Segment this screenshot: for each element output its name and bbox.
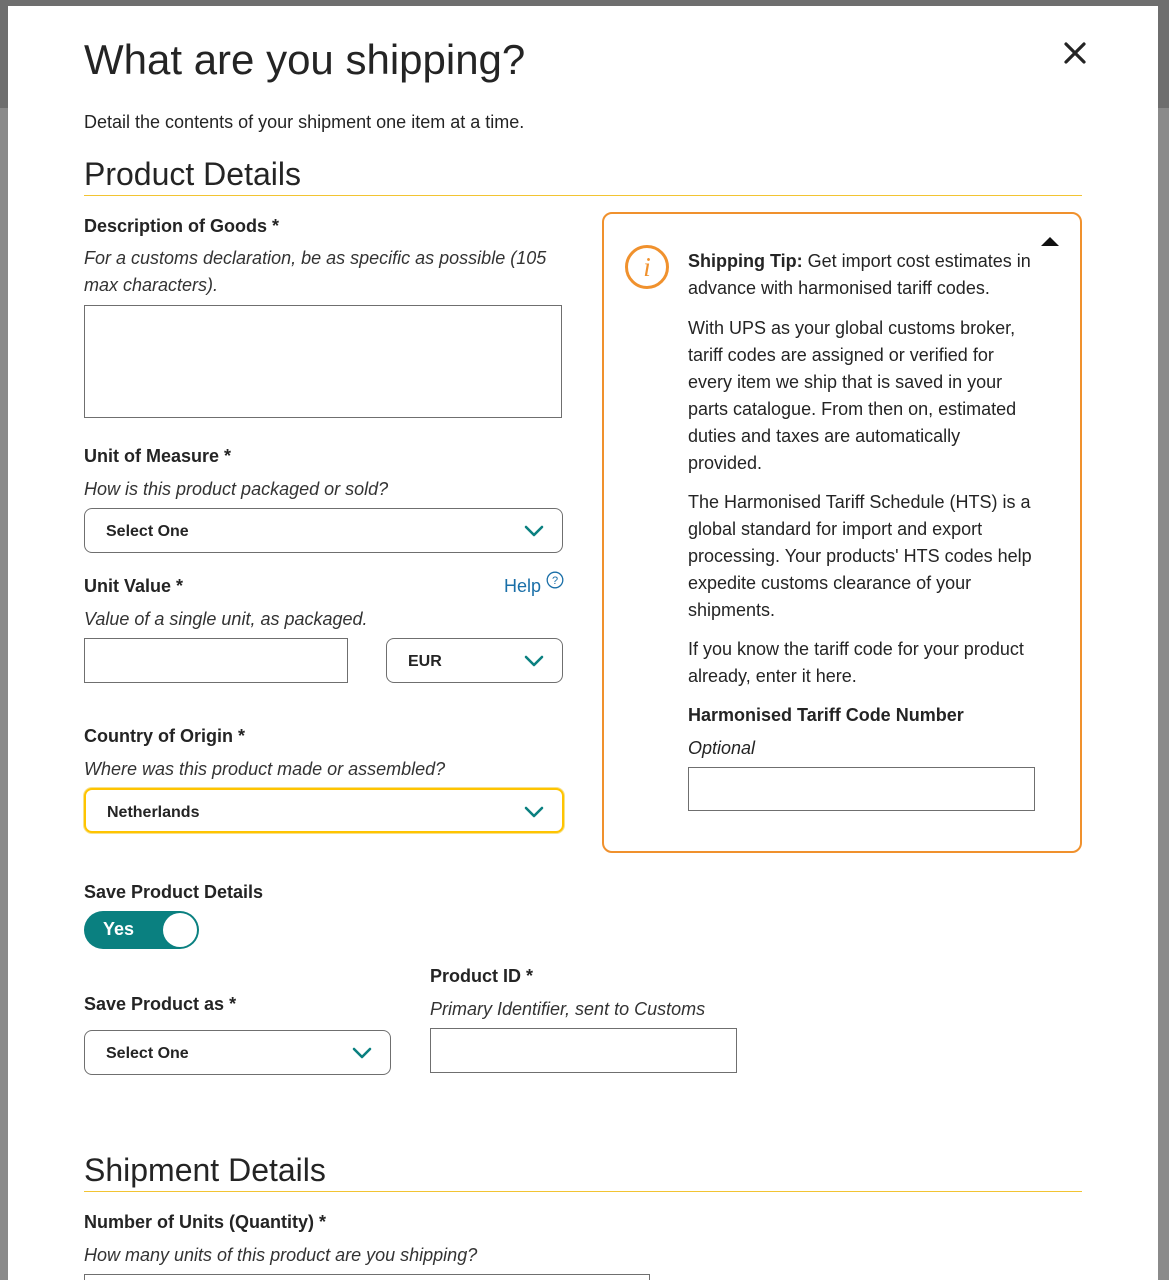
quantity-label: Number of Units (Quantity) * xyxy=(84,1212,326,1232)
shipping-tip-paragraph-1: With UPS as your global customs broker, … xyxy=(688,318,1017,473)
section-divider xyxy=(84,1191,1082,1192)
save-product-as-label: Save Product as * xyxy=(84,994,237,1014)
toggle-knob xyxy=(163,913,197,947)
quantity-input[interactable] xyxy=(84,1274,650,1280)
tariff-code-input[interactable] xyxy=(688,767,1035,811)
unit-value-input[interactable] xyxy=(84,638,348,683)
info-icon: i xyxy=(625,245,669,289)
save-product-as-select[interactable]: Select One xyxy=(84,1030,391,1075)
currency-value: EUR xyxy=(408,653,442,670)
unit-of-measure-label: Unit of Measure * xyxy=(84,446,232,466)
close-icon[interactable] xyxy=(1060,38,1090,68)
tariff-code-hint: Optional xyxy=(688,738,756,758)
close-icon-glyph xyxy=(1064,42,1086,64)
toggle-label: Yes xyxy=(103,919,135,939)
country-of-origin-hint: Where was this product made or assembled… xyxy=(84,759,446,779)
save-product-details-toggle[interactable]: Yes xyxy=(84,911,199,949)
product-modal: What are you shipping? Detail the conten… xyxy=(8,6,1158,1280)
shipping-tip-paragraph-3: If you know the tariff code for your pro… xyxy=(688,639,1024,686)
description-label: Description of Goods * xyxy=(84,216,280,236)
modal-content: What are you shipping? Detail the conten… xyxy=(84,6,1086,1280)
unit-of-measure-hint: How is this product packaged or sold? xyxy=(84,479,389,499)
description-textarea[interactable] xyxy=(84,305,562,418)
country-of-origin-value: Netherlands xyxy=(107,804,200,821)
currency-select[interactable]: EUR xyxy=(386,638,563,683)
unit-value-hint: Value of a single unit, as packaged. xyxy=(84,609,368,629)
product-id-label: Product ID * xyxy=(430,966,534,986)
modal-title: What are you shipping? xyxy=(84,36,526,83)
modal-intro: Detail the contents of your shipment one… xyxy=(84,112,525,132)
product-id-input[interactable] xyxy=(430,1028,737,1073)
description-hint: For a customs declaration, be as specifi… xyxy=(84,248,547,295)
collapse-triangle-icon[interactable] xyxy=(1040,234,1060,248)
section-title-shipment-details: Shipment Details xyxy=(84,1152,326,1188)
unit-value-label: Unit Value * xyxy=(84,576,184,596)
quantity-hint: How many units of this product are you s… xyxy=(84,1245,478,1265)
tariff-code-label: Harmonised Tariff Code Number xyxy=(688,705,964,725)
section-divider xyxy=(84,195,1082,196)
chevron-down-icon xyxy=(524,806,544,818)
chevron-down-icon xyxy=(524,655,544,667)
help-circle-icon[interactable]: ? xyxy=(546,571,564,589)
save-product-details-label: Save Product Details xyxy=(84,882,264,902)
country-of-origin-select[interactable]: Netherlands xyxy=(84,788,564,833)
product-id-hint: Primary Identifier, sent to Customs xyxy=(430,999,706,1019)
shipping-tip-panel: i Shipping Tip: Get import cost estimate… xyxy=(602,212,1082,853)
svg-text:?: ? xyxy=(552,575,558,587)
chevron-down-icon xyxy=(352,1047,372,1059)
chevron-down-icon xyxy=(524,525,544,537)
shipping-tip-lead-bold: Shipping Tip: xyxy=(688,251,803,271)
svg-text:i: i xyxy=(643,252,651,282)
save-product-as-value: Select One xyxy=(106,1045,189,1062)
country-of-origin-label: Country of Origin * xyxy=(84,726,245,746)
shipping-tip-paragraph-2: The Harmonised Tariff Schedule (HTS) is … xyxy=(688,492,1032,620)
unit-of-measure-select[interactable]: Select One xyxy=(84,508,563,553)
unit-of-measure-value: Select One xyxy=(106,523,189,540)
shipping-tip-lead: Shipping Tip: Get import cost estimates … xyxy=(688,248,1038,302)
section-title-product-details: Product Details xyxy=(84,156,301,192)
unit-value-help-link[interactable]: Help xyxy=(504,576,541,597)
